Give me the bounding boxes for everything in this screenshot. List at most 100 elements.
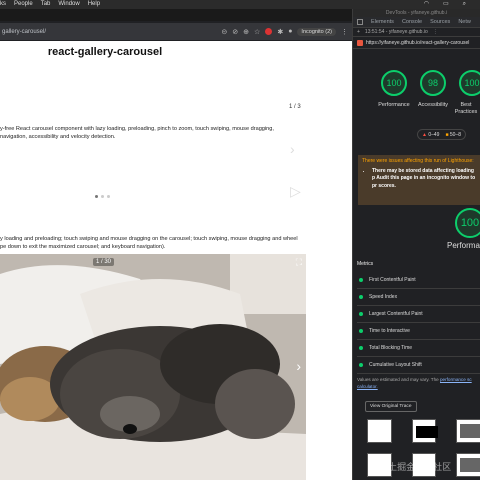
address-bar[interactable]: gallery-carousel/ ⊝ ⊘ ⊕ ☆ ✱ ● Incognito … bbox=[0, 23, 352, 40]
pass-dot-icon bbox=[359, 329, 363, 333]
puzzle-icon[interactable]: ✱ bbox=[277, 28, 283, 36]
filmstrip-frame bbox=[411, 419, 438, 443]
lighthouse-warning: There were issues affecting this run of … bbox=[358, 155, 480, 205]
menu-item-tab[interactable]: Tab bbox=[41, 0, 51, 9]
warning-item: There may be stored data affecting loadi… bbox=[372, 168, 477, 191]
best-practices-gauge[interactable]: 100 bbox=[459, 70, 480, 96]
fail-triangle-icon: ▲ bbox=[422, 131, 427, 138]
pass-dot-icon bbox=[359, 312, 363, 316]
devtools-window-title: DevTools - yifaneye.github.i bbox=[353, 9, 480, 17]
disclaimer-text: Values are estimated and may vary. The bbox=[357, 377, 439, 382]
incognito-badge[interactable]: Incognito (2) bbox=[297, 27, 336, 36]
performance-label: Performance bbox=[378, 102, 410, 108]
average-legend: ■ 50–8 bbox=[445, 132, 461, 138]
tab-sources[interactable]: Sources bbox=[430, 19, 450, 25]
audited-url[interactable]: https://yifaneye.github.io/react-gallery… bbox=[366, 40, 469, 46]
carousel-next-icon[interactable]: › bbox=[290, 141, 295, 157]
metric-speed-index[interactable]: Speed Index bbox=[357, 289, 480, 306]
url-text[interactable]: gallery-carousel/ bbox=[2, 29, 46, 35]
description-bottom-line-1: y loading and preloading; touch swiping … bbox=[0, 236, 298, 242]
tab-console[interactable]: Console bbox=[402, 19, 422, 25]
metrics-disclaimer: Values are estimated and may vary. The p… bbox=[357, 376, 480, 390]
warning-title: There were issues affecting this run of … bbox=[362, 158, 474, 164]
menu-item-app[interactable]: ks bbox=[0, 0, 6, 9]
profile-icon[interactable]: ● bbox=[288, 28, 292, 35]
audited-url-row: https://yifaneye.github.io/react-gallery… bbox=[353, 37, 480, 49]
metric-fcp[interactable]: First Contentful Paint bbox=[357, 272, 480, 289]
star-icon[interactable]: ☆ bbox=[254, 28, 260, 36]
carousel-dot-2[interactable] bbox=[101, 195, 104, 198]
battery-icon[interactable]: ▭ bbox=[443, 0, 449, 9]
metric-label: First Contentful Paint bbox=[369, 277, 416, 283]
maximize-icon[interactable]: ⛶ bbox=[296, 257, 302, 268]
metric-lcp[interactable]: Largest Contentful Paint bbox=[357, 306, 480, 323]
inspect-icon[interactable] bbox=[357, 19, 363, 25]
metrics-heading: Metrics bbox=[357, 261, 374, 267]
pass-dot-icon bbox=[359, 278, 363, 282]
tab-network[interactable]: Netw bbox=[458, 19, 471, 25]
score-gauges: 100 Performance 98 Accessibility 100 Bes… bbox=[353, 64, 480, 120]
eye-off-icon[interactable]: ⊘ bbox=[232, 28, 238, 36]
extension-icon[interactable] bbox=[265, 28, 273, 35]
description-top-line-1: y-free React carousel component with laz… bbox=[0, 126, 274, 132]
score-legend: ▲ 0–49 ■ 50–8 bbox=[417, 129, 467, 140]
photo-counter: 1 / 30 bbox=[93, 258, 115, 266]
performance-big-label: Performa bbox=[447, 241, 480, 250]
carousel-dots bbox=[95, 195, 110, 198]
average-square-icon: ■ bbox=[445, 131, 449, 138]
menu-item-help[interactable]: Help bbox=[88, 0, 100, 9]
metric-label: Cumulative Layout Shift bbox=[369, 362, 422, 368]
more-icon[interactable]: ⋮ bbox=[341, 28, 348, 36]
performance-gauge[interactable]: 100 bbox=[381, 70, 407, 96]
zoom-icon[interactable]: ⊕ bbox=[243, 28, 249, 36]
view-trace-button[interactable]: View Original Trace bbox=[365, 401, 417, 412]
bookmark-icon[interactable]: ⊝ bbox=[221, 28, 227, 36]
menu-item-window[interactable]: Window bbox=[58, 0, 79, 9]
carousel-play-icon[interactable]: ▷ bbox=[290, 183, 301, 200]
wifi-icon[interactable]: ◠ bbox=[424, 0, 429, 9]
site-favicon bbox=[357, 39, 363, 46]
carousel-dot-3[interactable] bbox=[107, 195, 110, 198]
web-page: react-gallery-carousel 1 / 3 y-free Reac… bbox=[0, 41, 352, 480]
description-bottom: y loading and preloading; touch swiping … bbox=[0, 235, 310, 251]
fail-legend: ▲ 0–49 bbox=[422, 132, 439, 138]
metric-tti[interactable]: Time to Interactive bbox=[357, 323, 480, 340]
photo-next-icon[interactable]: › bbox=[296, 358, 301, 374]
carousel-dot-1[interactable] bbox=[95, 195, 98, 198]
page-title: react-gallery-carousel bbox=[47, 46, 163, 58]
metric-label: Total Blocking Time bbox=[369, 345, 413, 351]
filmstrip-frame bbox=[456, 453, 480, 477]
metric-label: Largest Contentful Paint bbox=[369, 311, 423, 317]
performance-big-gauge: 100 bbox=[455, 208, 480, 238]
fail-range: 0–49 bbox=[428, 131, 440, 138]
description-top-line-2: navigation, accessibility and velocity d… bbox=[0, 134, 116, 140]
best-practices-label: Best Practices bbox=[454, 102, 478, 115]
filmstrip-frame bbox=[456, 419, 480, 443]
devtools-tabs: Elements Console Sources Netw bbox=[353, 17, 480, 28]
average-range: 50–8 bbox=[449, 131, 462, 138]
pass-dot-icon bbox=[359, 346, 363, 350]
menu-bar: ks People Tab Window Help ◠ ▭ ⌕ bbox=[0, 0, 480, 9]
lighthouse-toolbar: + 13:51:54 - yifaneye.github.io ⋮ bbox=[353, 28, 480, 37]
pass-dot-icon bbox=[359, 295, 363, 299]
metric-label: Speed Index bbox=[369, 294, 398, 300]
gallery-photo[interactable]: 1 / 30 ⛶ › bbox=[0, 254, 306, 480]
browser-chrome: gallery-carousel/ ⊝ ⊘ ⊕ ☆ ✱ ● Incognito … bbox=[0, 9, 352, 41]
search-icon[interactable]: ⌕ bbox=[463, 0, 466, 9]
description-top: y-free React carousel component with laz… bbox=[0, 125, 300, 141]
tab-strip bbox=[0, 9, 352, 21]
filmstrip-frame bbox=[367, 419, 392, 443]
metric-label: Time to Interactive bbox=[369, 328, 410, 334]
metric-tbt[interactable]: Total Blocking Time bbox=[357, 340, 480, 357]
metric-cls[interactable]: Cumulative Layout Shift bbox=[357, 357, 480, 374]
add-icon[interactable]: + bbox=[357, 29, 360, 35]
filmstrip-row-1 bbox=[367, 419, 480, 443]
menu-icon[interactable]: ⋮ bbox=[433, 29, 438, 35]
menu-item-people[interactable]: People bbox=[14, 0, 33, 9]
screen: ks People Tab Window Help ◠ ▭ ⌕ gallery-… bbox=[0, 0, 480, 480]
carousel-counter: 1 / 3 bbox=[289, 104, 301, 110]
tab-elements[interactable]: Elements bbox=[371, 19, 394, 25]
accessibility-gauge[interactable]: 98 bbox=[420, 70, 446, 96]
run-info[interactable]: 13:51:54 - yifaneye.github.io bbox=[365, 29, 428, 35]
accessibility-label: Accessibility bbox=[418, 102, 448, 108]
